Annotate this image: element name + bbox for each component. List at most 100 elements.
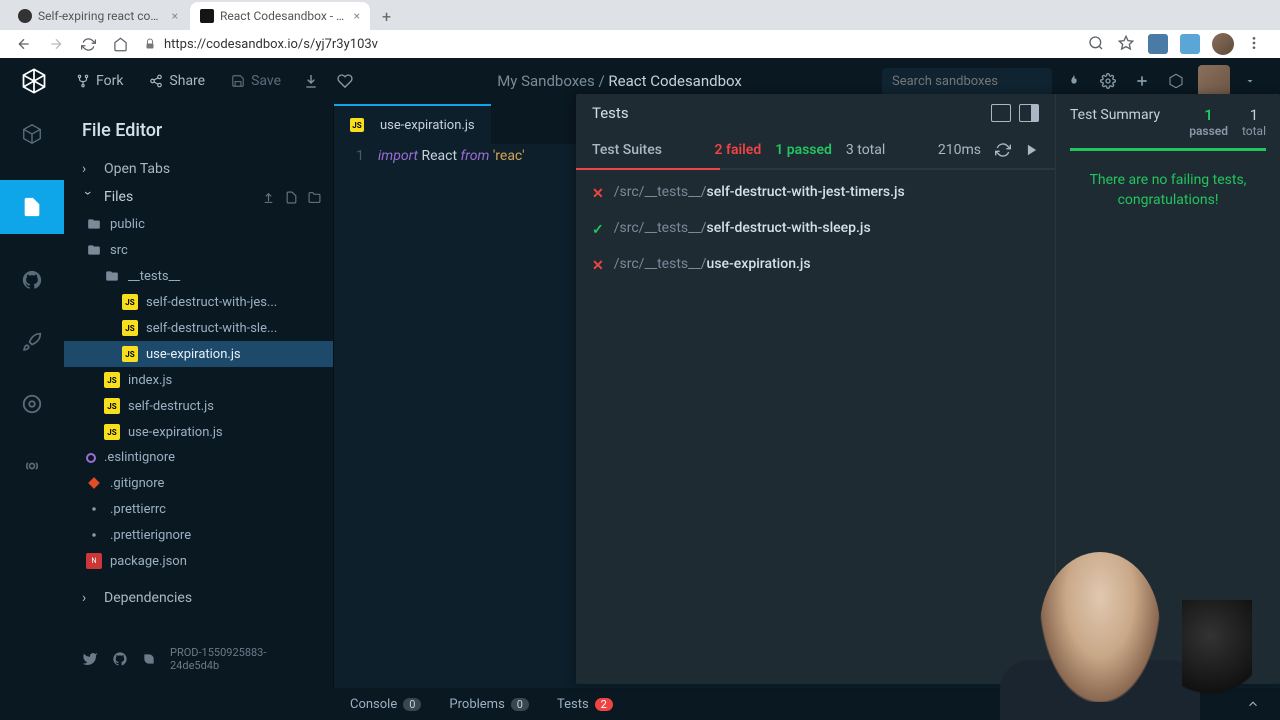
rail-file-icon[interactable] <box>0 180 64 234</box>
address-bar: https://codesandbox.io/s/yj7r3y103v <box>0 30 1280 58</box>
collapse-console-icon[interactable] <box>1246 697 1260 711</box>
file-test-2[interactable]: JSself-destruct-with-sle... <box>64 315 333 341</box>
passed-count: 1 passed <box>775 142 832 158</box>
file-gitignore[interactable]: .gitignore <box>64 470 333 496</box>
github-favicon-icon <box>18 9 32 23</box>
save-button[interactable]: Save <box>223 69 289 93</box>
failed-count: 2 failed <box>715 142 762 158</box>
tests-tab[interactable]: Tests2 <box>557 697 613 712</box>
rail-live-icon[interactable] <box>16 450 48 482</box>
flame-icon[interactable] <box>1062 69 1086 93</box>
heart-icon[interactable] <box>333 69 357 93</box>
editor-tab-active[interactable]: JS use-expiration.js <box>334 104 491 144</box>
breadcrumb[interactable]: My Sandboxes / React Codesandbox <box>367 72 872 90</box>
new-folder-icon[interactable] <box>308 191 321 204</box>
extension-icon[interactable] <box>1180 34 1200 54</box>
fail-mark-icon: ✕ <box>592 186 604 202</box>
browser-tab-0[interactable]: Self-expiring react component × <box>8 2 188 30</box>
github-icon[interactable] <box>112 651 128 667</box>
download-icon[interactable] <box>299 69 323 93</box>
upload-icon[interactable] <box>262 191 275 204</box>
twitter-icon[interactable] <box>82 651 98 667</box>
fork-button[interactable]: Fork <box>68 69 131 93</box>
rail-deploy-icon[interactable] <box>16 326 48 358</box>
close-icon[interactable]: × <box>354 9 360 23</box>
forward-button[interactable] <box>44 32 68 56</box>
rail-github-icon[interactable] <box>16 264 48 296</box>
refresh-tests-icon[interactable] <box>995 142 1011 158</box>
user-avatar[interactable] <box>1198 65 1230 97</box>
line-number: 1 <box>334 148 378 688</box>
url-input[interactable]: https://codesandbox.io/s/yj7r3y103v <box>144 37 1080 52</box>
extension-icon[interactable] <box>1148 34 1168 54</box>
browser-chrome: Self-expiring react component × React Co… <box>0 0 1280 58</box>
home-button[interactable] <box>108 32 132 56</box>
folder-public[interactable]: public <box>64 211 333 237</box>
share-button[interactable]: Share <box>141 69 213 93</box>
rail-box-icon[interactable] <box>16 118 48 150</box>
chevron-down-icon: › <box>80 191 96 203</box>
file-use-expiration[interactable]: JSuse-expiration.js <box>64 419 333 445</box>
plus-icon[interactable] <box>1130 69 1154 93</box>
chevron-right-icon: › <box>82 590 94 606</box>
eslint-icon <box>86 453 96 463</box>
open-tabs-section[interactable]: ›Open Tabs <box>64 155 333 183</box>
chevron-down-icon[interactable] <box>1240 71 1260 91</box>
test-suites-bar: Test Suites 2 failed 1 passed 3 total 21… <box>576 132 1055 170</box>
js-file-icon: JS <box>104 372 120 388</box>
cube-icon[interactable] <box>1164 69 1188 93</box>
js-file-icon: JS <box>122 346 138 362</box>
dependencies-section[interactable]: ›Dependencies <box>64 584 333 612</box>
file-eslintignore[interactable]: .eslintignore <box>64 445 333 470</box>
new-file-icon[interactable] <box>285 191 298 204</box>
suite-row[interactable]: ✕ /src/__tests__/self-destruct-with-jest… <box>592 184 1039 202</box>
folder-src[interactable]: src <box>64 237 333 263</box>
close-icon[interactable]: × <box>172 9 178 23</box>
layout-toggle-1-icon[interactable] <box>991 104 1011 122</box>
folder-icon <box>104 268 120 284</box>
console-tab[interactable]: Console0 <box>350 697 421 712</box>
menu-icon[interactable] <box>1246 35 1264 53</box>
file-prettierignore[interactable]: .prettierignore <box>64 522 333 548</box>
test-summary-panel: Test Summary 1passed 1total There are no… <box>1056 94 1280 684</box>
suite-row[interactable]: ✕ /src/__tests__/use-expiration.js <box>592 256 1039 274</box>
back-button[interactable] <box>12 32 36 56</box>
summary-progress-bar <box>1070 148 1266 151</box>
star-icon[interactable] <box>1118 35 1136 53</box>
gear-icon[interactable] <box>1096 69 1120 93</box>
file-self-destruct[interactable]: JSself-destruct.js <box>64 393 333 419</box>
new-tab-button[interactable]: + <box>372 3 401 30</box>
bottom-console-bar: Console0 Problems0 Tests2 <box>0 688 1280 720</box>
tab-title: React Codesandbox - CodeSa <box>220 9 346 23</box>
codesandbox-app: Fork Share Save My Sandboxes / React Cod… <box>0 58 1280 720</box>
search-input[interactable] <box>892 74 1058 89</box>
file-test-3[interactable]: JSuse-expiration.js <box>64 341 333 367</box>
url-text: https://codesandbox.io/s/yj7r3y103v <box>164 37 378 52</box>
layout-toggle-2-icon[interactable] <box>1019 104 1039 122</box>
zoom-icon[interactable] <box>1088 35 1106 53</box>
summary-total: 1total <box>1242 106 1266 138</box>
folder-icon <box>86 242 102 258</box>
js-file-icon: JS <box>104 398 120 414</box>
file-prettierrc[interactable]: .prettierrc <box>64 496 333 522</box>
spectrum-icon[interactable] <box>142 652 156 666</box>
files-section-header[interactable]: ›Files <box>64 183 333 211</box>
tab-title: Self-expiring react component <box>38 9 164 23</box>
rail-settings-icon[interactable] <box>16 388 48 420</box>
profile-avatar[interactable] <box>1212 33 1234 55</box>
tests-title: Tests <box>592 104 629 122</box>
run-tests-icon[interactable] <box>1025 143 1039 157</box>
file-index[interactable]: JSindex.js <box>64 367 333 393</box>
codesandbox-logo-icon[interactable] <box>20 67 48 95</box>
problems-tab[interactable]: Problems0 <box>449 697 529 712</box>
config-icon <box>86 527 102 543</box>
search-sandboxes[interactable] <box>882 68 1052 95</box>
file-explorer: File Editor ›Open Tabs ›Files public src… <box>64 104 334 688</box>
browser-tab-1[interactable]: React Codesandbox - CodeSa × <box>190 2 370 30</box>
suite-row[interactable]: ✓ /src/__tests__/self-destruct-with-slee… <box>592 220 1039 238</box>
reload-button[interactable] <box>76 32 100 56</box>
sidebar-title: File Editor <box>64 112 333 155</box>
file-test-1[interactable]: JSself-destruct-with-jes... <box>64 289 333 315</box>
folder-tests[interactable]: __tests__ <box>64 263 333 289</box>
file-package[interactable]: Npackage.json <box>64 548 333 574</box>
